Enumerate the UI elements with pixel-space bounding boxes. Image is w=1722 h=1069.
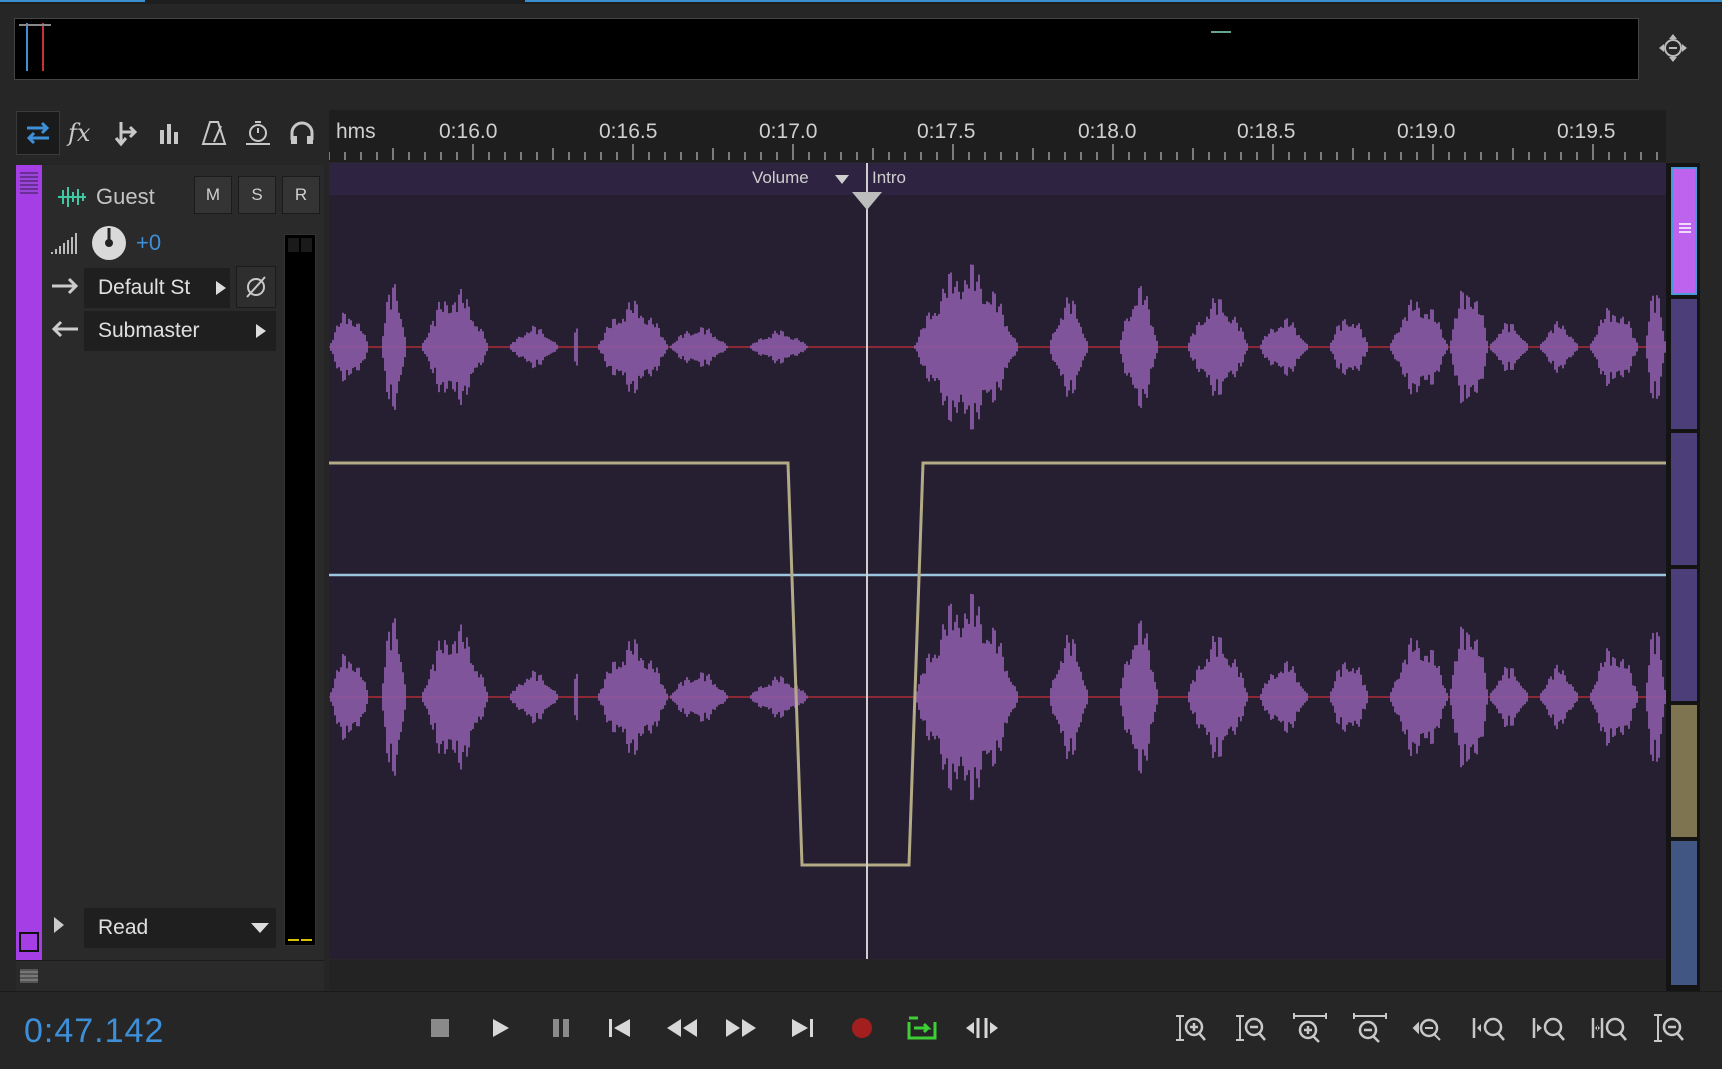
playhead-marker-icon[interactable] — [851, 191, 883, 211]
chevron-right-icon — [216, 281, 226, 295]
track-color-strip[interactable] — [16, 165, 42, 960]
output-arrow-icon — [50, 317, 80, 341]
window-top-border — [0, 0, 1722, 4]
track-select-checkbox[interactable] — [19, 932, 39, 952]
input-arrow-icon — [50, 274, 80, 298]
current-time-display[interactable]: 0:47.142 — [24, 1012, 164, 1051]
zoom-all-tracks-icon[interactable] — [1650, 1008, 1690, 1048]
envelope-dropdown-label[interactable]: Volume — [752, 168, 809, 188]
track-header-toolbar: fx — [16, 111, 324, 155]
play-icon[interactable] — [480, 1008, 520, 1048]
zoom-out-full-icon[interactable] — [1410, 1008, 1450, 1048]
zoom-out-time-icon[interactable] — [1350, 1008, 1390, 1048]
channel-waveform — [330, 264, 1666, 430]
channel-waveform — [330, 593, 1666, 801]
go-to-end-icon[interactable] — [782, 1008, 822, 1048]
zoom-navigator-overview[interactable] — [14, 18, 1639, 80]
input-select-label: Default St — [98, 276, 191, 299]
track-thumbnail[interactable] — [1671, 569, 1697, 701]
eq-icon[interactable] — [148, 111, 192, 155]
waveform-track-icon — [56, 184, 88, 210]
chevron-down-icon[interactable] — [834, 174, 850, 186]
stop-icon[interactable] — [420, 1008, 460, 1048]
track-thumbnail[interactable] — [1671, 841, 1697, 985]
skip-selection-icon[interactable] — [962, 1008, 1002, 1048]
volume-knob[interactable] — [90, 224, 128, 262]
track-drag-handle[interactable] — [20, 172, 38, 194]
loop-playback-icon[interactable] — [902, 1008, 942, 1048]
track-thumbnail[interactable] — [1671, 299, 1697, 429]
phase-invert-icon — [246, 276, 266, 298]
track-name[interactable]: Guest — [96, 184, 155, 210]
expand-automation-icon[interactable] — [52, 915, 66, 935]
ruler-ticks — [329, 144, 1658, 160]
audio-clip-waveform[interactable] — [329, 163, 1666, 959]
playhead-line[interactable] — [866, 163, 868, 959]
phase-invert-button[interactable] — [236, 266, 276, 308]
volume-level-icon — [50, 228, 80, 256]
chevron-right-icon — [256, 324, 266, 338]
solo-button[interactable]: S — [238, 176, 276, 214]
zoom-selection-icon[interactable] — [1590, 1008, 1630, 1048]
zoom-navigator-icon[interactable] — [1655, 30, 1691, 66]
automation-mode-label: Read — [98, 916, 149, 939]
next-track-header — [16, 960, 324, 991]
scroll-thumb[interactable] — [1671, 167, 1697, 295]
multitrack-clip-area[interactable]: Volume Intro — [329, 163, 1666, 959]
zoom-out-amplitude-icon[interactable] — [1230, 1008, 1270, 1048]
fast-forward-icon[interactable] — [721, 1008, 761, 1048]
record-arm-button[interactable]: R — [282, 176, 320, 214]
next-track-lane[interactable] — [329, 960, 1666, 990]
pause-icon[interactable] — [541, 1008, 581, 1048]
chevron-down-icon — [251, 923, 269, 933]
zoom-in-amplitude-icon[interactable] — [1170, 1008, 1210, 1048]
svg-text:fx: fx — [66, 119, 91, 147]
output-select[interactable]: Submaster — [84, 311, 276, 351]
volume-value[interactable]: +0 — [136, 230, 161, 256]
time-selection-icon[interactable] — [236, 111, 280, 155]
headphones-icon[interactable] — [280, 111, 324, 155]
zoom-in-time-icon[interactable] — [1290, 1008, 1330, 1048]
input-select[interactable]: Default St — [84, 268, 230, 308]
mute-button[interactable]: M — [194, 176, 232, 214]
record-icon[interactable] — [842, 1008, 882, 1048]
zoom-in-at-end-icon[interactable] — [1530, 1008, 1570, 1048]
sends-icon[interactable] — [104, 111, 148, 155]
track-thumbnail[interactable] — [1671, 433, 1697, 565]
time-ruler[interactable]: hms 0:16.0 0:16.5 0:17.0 0:17.5 0:18.0 0… — [329, 110, 1666, 162]
effects-fx-icon[interactable]: fx — [60, 111, 104, 155]
output-select-label: Submaster — [98, 319, 200, 342]
clip-name[interactable]: Intro — [872, 168, 906, 188]
track-overview-scrollbar[interactable] — [1666, 163, 1700, 991]
track-thumbnail[interactable] — [1671, 705, 1697, 837]
zoom-in-at-start-icon[interactable] — [1470, 1008, 1510, 1048]
rewind-icon[interactable] — [662, 1008, 702, 1048]
automation-mode-select[interactable]: Read — [84, 908, 276, 948]
inputs-outputs-icon[interactable] — [16, 111, 60, 155]
go-to-start-icon[interactable] — [600, 1008, 640, 1048]
metronome-icon[interactable] — [192, 111, 236, 155]
grip-icon — [1679, 223, 1691, 233]
track-level-meter — [284, 234, 316, 946]
